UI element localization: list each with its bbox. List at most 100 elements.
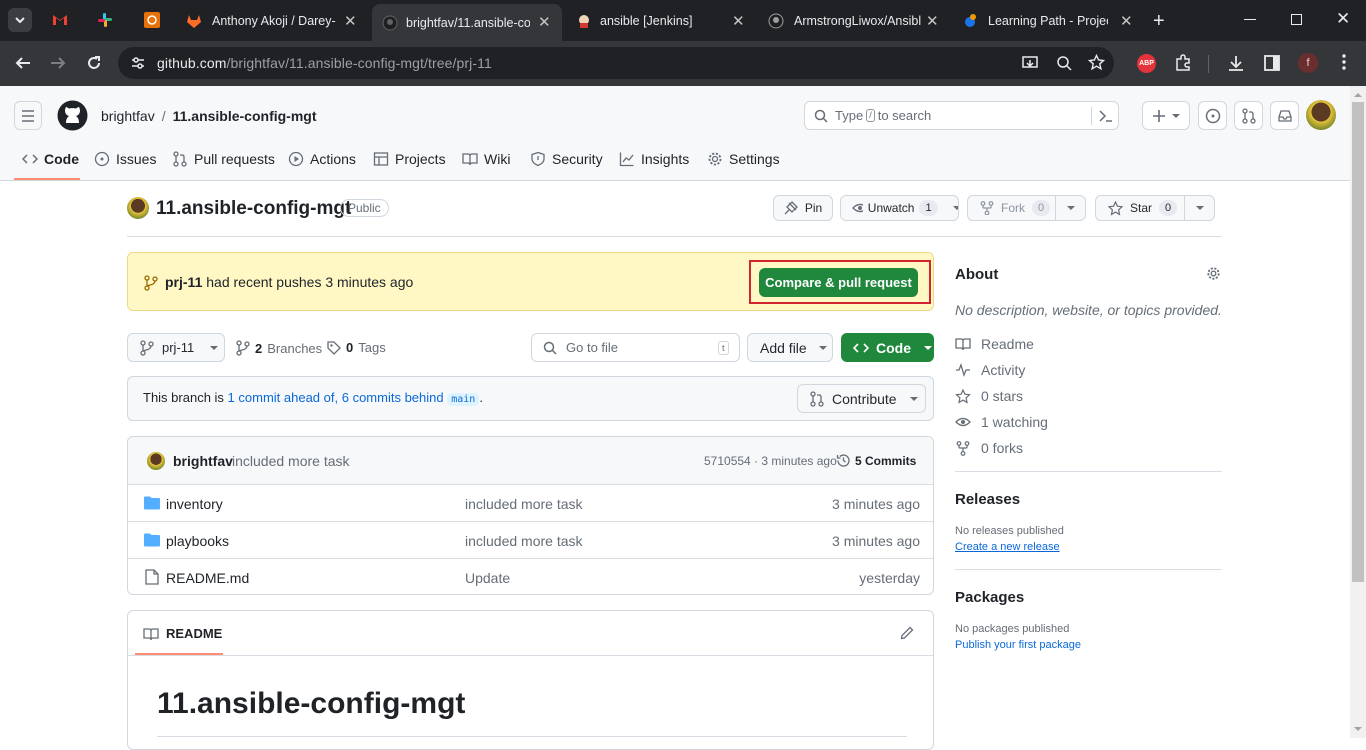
file-name[interactable]: README.md <box>166 570 249 586</box>
sidebar-forks[interactable]: 0 forks <box>955 440 1023 456</box>
issues-button[interactable] <box>1198 101 1227 130</box>
repo-link[interactable]: 11.ansible-config-mgt <box>173 108 317 124</box>
profile-avatar[interactable]: f <box>1298 53 1318 73</box>
side-panel-button[interactable] <box>1263 54 1281 72</box>
commit-message[interactable]: included more task <box>232 453 350 469</box>
readme-tab[interactable]: README <box>143 626 222 641</box>
owner-link[interactable]: brightfav <box>101 108 155 124</box>
compare-pull-request-button[interactable]: Compare & pull request <box>759 268 918 297</box>
zoom-icon[interactable] <box>1056 55 1072 71</box>
back-button[interactable] <box>14 54 32 72</box>
close-icon[interactable]: ✕ <box>1120 12 1133 30</box>
forward-button[interactable] <box>49 54 67 72</box>
scrollbar-thumb[interactable] <box>1352 102 1364 582</box>
minimize-button[interactable] <box>1244 19 1256 20</box>
star-dropdown[interactable] <box>1184 195 1215 221</box>
global-search-input[interactable]: Type / to search <box>804 101 1119 130</box>
commit-sha-time[interactable]: 5710554 · 3 minutes ago <box>704 454 837 468</box>
scroll-up-icon[interactable] <box>1354 92 1362 98</box>
pull-requests-button[interactable] <box>1234 101 1263 130</box>
tags-link[interactable]: 0 Tags <box>327 340 386 355</box>
banner-branch[interactable]: prj-11 <box>165 274 202 290</box>
sidebar-stars[interactable]: 0 stars <box>955 388 1023 404</box>
browser-menu-button[interactable] <box>1342 53 1346 71</box>
publish-package-link[interactable]: Publish your first package <box>955 639 1081 651</box>
tab-wiki[interactable]: Wiki <box>462 151 510 167</box>
releases-title[interactable]: Releases <box>955 491 1020 508</box>
tab-gmail[interactable] <box>52 12 68 28</box>
tab-gitlab[interactable]: Anthony Akoji / Darey- ✕ <box>178 6 368 35</box>
fork-dropdown[interactable] <box>1055 195 1086 221</box>
restore-button[interactable] <box>1291 14 1302 25</box>
command-palette-icon[interactable] <box>1098 109 1114 123</box>
tab-search-button[interactable] <box>8 8 32 32</box>
commits-link[interactable]: 5 Commits <box>836 453 916 468</box>
code-button[interactable]: Code <box>841 333 934 362</box>
tab-app[interactable] <box>144 12 160 28</box>
new-tab-button[interactable]: + <box>1153 10 1165 33</box>
tab-actions[interactable]: Actions <box>288 151 356 167</box>
file-commit-message[interactable]: Update <box>465 570 510 586</box>
close-icon[interactable]: ✕ <box>344 12 357 30</box>
sidebar-readme[interactable]: Readme <box>955 336 1034 352</box>
code-icon <box>22 154 38 164</box>
behind-link[interactable]: 6 commits behind <box>342 390 444 405</box>
inbox-button[interactable] <box>1270 101 1299 130</box>
file-name[interactable]: playbooks <box>166 533 229 549</box>
tab-security[interactable]: Security <box>530 151 603 167</box>
file-commit-message[interactable]: included more task <box>465 496 583 512</box>
sidebar-activity[interactable]: Activity <box>955 362 1025 378</box>
scroll-down-icon[interactable] <box>1354 726 1362 732</box>
tab-armstrong[interactable]: ArmstrongLiwox/Ansibl ✕ <box>760 6 950 35</box>
bookmark-star-icon[interactable] <box>1088 54 1105 71</box>
user-avatar[interactable] <box>1306 100 1336 130</box>
add-file-button[interactable]: Add file <box>747 333 833 362</box>
star-button[interactable]: Star 0 <box>1095 195 1185 221</box>
tab-active-repo[interactable]: brightfav/11.ansible-co ✕ <box>372 4 562 41</box>
pin-button[interactable]: Pin <box>773 195 833 221</box>
packages-title[interactable]: Packages <box>955 589 1024 606</box>
reload-button[interactable] <box>85 54 103 72</box>
github-logo-icon[interactable] <box>57 100 88 131</box>
close-icon[interactable]: ✕ <box>732 12 745 30</box>
repo-title[interactable]: 11.ansible-config-mgt <box>156 198 351 220</box>
create-new-button[interactable] <box>1142 101 1190 130</box>
close-icon[interactable]: ✕ <box>926 12 939 30</box>
commit-author[interactable]: brightfav <box>173 453 233 469</box>
sidebar-watching[interactable]: 1 watching <box>955 414 1048 430</box>
close-window-button[interactable]: ✕ <box>1336 9 1350 29</box>
tab-jenkins[interactable]: ansible [Jenkins] ✕ <box>566 6 756 35</box>
branch-selector[interactable]: prj-11 <box>127 333 225 362</box>
tab-pull-requests[interactable]: Pull requests <box>172 151 275 167</box>
fork-button[interactable]: Fork 0 <box>967 195 1056 221</box>
create-release-link[interactable]: Create a new release <box>955 541 1060 553</box>
address-bar[interactable]: github.com/brightfav/11.ansible-config-m… <box>118 47 1114 79</box>
unwatch-button[interactable]: Unwatch 1 <box>840 195 959 221</box>
tab-issues[interactable]: Issues <box>94 151 156 167</box>
downloads-button[interactable] <box>1227 54 1245 72</box>
tab-settings[interactable]: Settings <box>707 151 780 167</box>
close-icon[interactable]: ✕ <box>538 13 551 31</box>
ahead-link[interactable]: 1 commit ahead of, <box>228 390 339 405</box>
table-row[interactable]: inventory included more task 3 minutes a… <box>128 484 933 521</box>
tab-code[interactable]: Code <box>22 151 79 167</box>
branches-link[interactable]: 2 Branches <box>236 340 322 356</box>
tab-learning[interactable]: Learning Path - Project ✕ <box>954 6 1144 35</box>
file-name[interactable]: inventory <box>166 496 223 512</box>
pencil-icon[interactable] <box>900 626 914 640</box>
adblock-extension[interactable]: ABP <box>1137 54 1156 73</box>
tab-slack[interactable] <box>97 12 113 28</box>
go-to-file-input[interactable]: Go to file t <box>531 333 740 362</box>
file-commit-message[interactable]: included more task <box>465 533 583 549</box>
extensions-button[interactable] <box>1174 54 1192 72</box>
table-row[interactable]: playbooks included more task 3 minutes a… <box>128 521 933 558</box>
base-branch[interactable]: main <box>447 393 480 406</box>
install-app-icon[interactable] <box>1022 55 1038 71</box>
contribute-button[interactable]: Contribute <box>797 384 926 413</box>
table-row[interactable]: README.md Update yesterday <box>128 558 933 594</box>
global-menu-button[interactable] <box>14 101 42 130</box>
tab-insights[interactable]: Insights <box>619 151 689 167</box>
page-scrollbar[interactable] <box>1350 86 1366 738</box>
gear-icon[interactable] <box>1206 266 1221 281</box>
tab-projects[interactable]: Projects <box>373 151 446 167</box>
